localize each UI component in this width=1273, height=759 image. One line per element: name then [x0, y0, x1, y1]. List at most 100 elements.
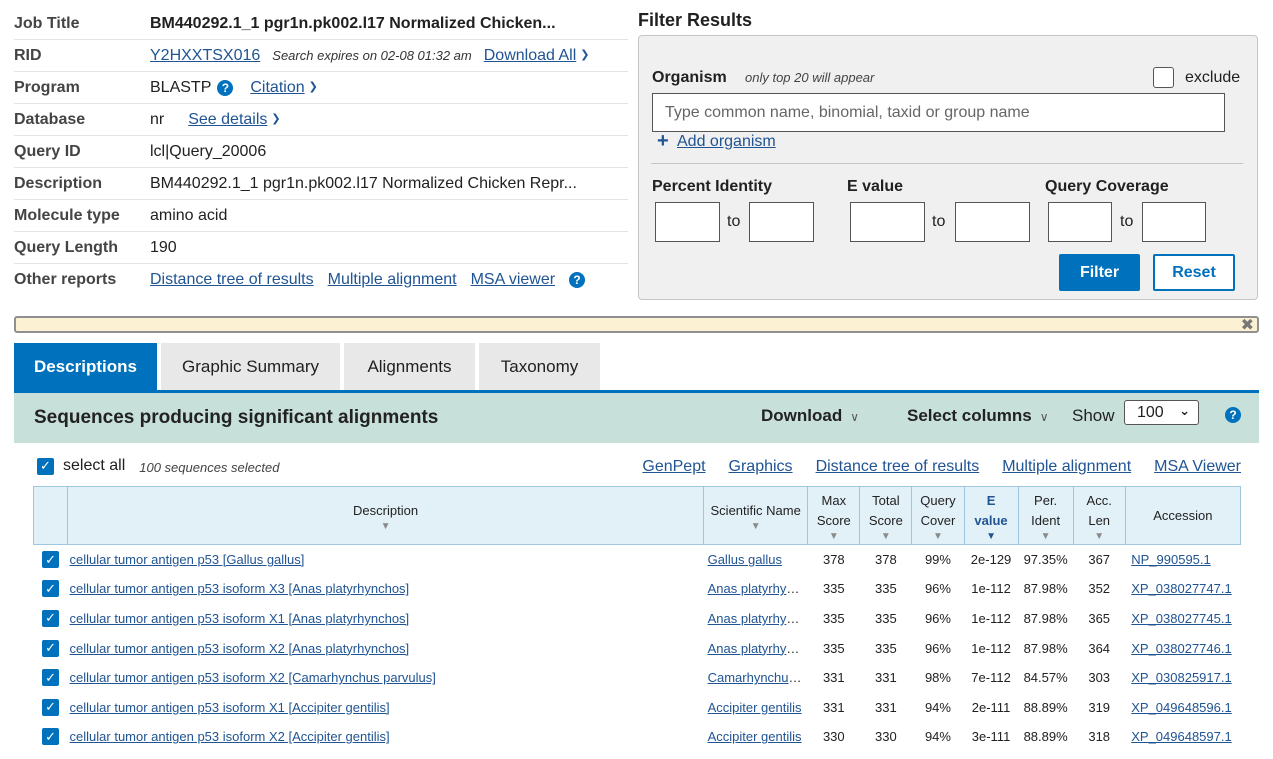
- tab-descriptions[interactable]: Descriptions: [14, 343, 157, 390]
- description-link[interactable]: cellular tumor antigen p53 isoform X2 [C…: [70, 670, 436, 685]
- exclude-checkbox[interactable]: [1153, 67, 1174, 88]
- total-score-column-header[interactable]: Total Score ▼: [859, 486, 913, 545]
- scientific-name-column-header[interactable]: Scientific Name ▼: [703, 486, 809, 545]
- filter-button[interactable]: Filter: [1059, 254, 1140, 291]
- chevron-down-icon[interactable]: ❯: [580, 48, 589, 61]
- distance-tree-link[interactable]: Distance tree of results: [816, 458, 980, 476]
- download-all-link[interactable]: Download All: [484, 47, 577, 65]
- row-checkbox[interactable]: ✓: [42, 551, 60, 569]
- row-checkbox[interactable]: ✓: [42, 580, 60, 598]
- question-circle-icon[interactable]: ?: [569, 272, 586, 288]
- acc-len-cell: 318: [1088, 729, 1111, 745]
- accession-link[interactable]: XP_049648597.1: [1131, 729, 1231, 744]
- organism-input[interactable]: Type common name, binomial, taxid or gro…: [652, 93, 1225, 132]
- scientific-name-link[interactable]: Camarhynchus...: [708, 670, 806, 685]
- evalue-min-input[interactable]: [850, 202, 925, 242]
- row-checkbox[interactable]: ✓: [42, 698, 60, 716]
- description-link[interactable]: cellular tumor antigen p53 isoform X2 [A…: [70, 641, 410, 656]
- tab-graphic-summary[interactable]: Graphic Summary: [161, 343, 340, 390]
- see-details-link[interactable]: See details: [188, 111, 267, 129]
- graphics-link[interactable]: Graphics: [729, 458, 793, 476]
- description-column-header[interactable]: Description ▼: [67, 486, 705, 545]
- organism-label: Organism: [652, 69, 727, 86]
- scientific-name-cell: Gallus gallus: [704, 545, 808, 575]
- description-link[interactable]: cellular tumor antigen p53 isoform X2 [A…: [70, 729, 390, 744]
- acc-len-cell: 352: [1088, 581, 1111, 597]
- filter-results-title: Filter Results: [638, 10, 753, 30]
- scientific-name-link[interactable]: Accipiter gentilis: [708, 729, 802, 744]
- query-coverage-max-input[interactable]: [1142, 202, 1206, 242]
- tab-alignments[interactable]: Alignments: [344, 343, 475, 390]
- evalue-max-input[interactable]: [955, 202, 1030, 242]
- description-link[interactable]: cellular tumor antigen p53 isoform X1 [A…: [70, 611, 410, 626]
- distance-tree-link[interactable]: Distance tree of results: [150, 271, 314, 289]
- row-checkbox[interactable]: ✓: [42, 639, 60, 657]
- row-checkbox[interactable]: ✓: [42, 728, 60, 746]
- per-ident-column-header[interactable]: Per. Ident ▼: [1017, 486, 1074, 545]
- download-label: Download: [761, 406, 843, 425]
- sort-caret-icon: ▼: [880, 530, 891, 542]
- filter-panel: Organism only top 20 will appear exclude…: [638, 35, 1258, 300]
- download-menu[interactable]: Download ∨: [761, 406, 859, 426]
- show-count-select[interactable]: 100 ⌄: [1124, 400, 1199, 425]
- row-checkbox-cell: ✓: [34, 574, 68, 604]
- acc-len-column-header[interactable]: Acc. Len ▼: [1072, 486, 1126, 545]
- genpept-link[interactable]: GenPept: [642, 458, 705, 476]
- description-row: Description BM440292.1_1 pgr1n.pk002.l17…: [14, 168, 628, 200]
- question-circle-icon[interactable]: ?: [217, 79, 234, 96]
- accession-link[interactable]: XP_038027747.1: [1131, 581, 1231, 596]
- percent-identity-min-input[interactable]: [655, 202, 720, 242]
- checkbox-column-header: [32, 486, 69, 545]
- accession-link[interactable]: XP_038027745.1: [1131, 611, 1231, 626]
- query-coverage-to-label: to: [1120, 213, 1134, 230]
- description-link[interactable]: cellular tumor antigen p53 isoform X1 [A…: [70, 700, 390, 715]
- select-columns-label: Select columns: [907, 406, 1032, 425]
- table-row: ✓ cellular tumor antigen p53 isoform X3 […: [34, 574, 1241, 604]
- multiple-alignment-link[interactable]: Multiple alignment: [328, 271, 457, 289]
- e-value-column-header[interactable]: Evalue ▼: [963, 486, 1019, 545]
- scientific-name-link[interactable]: Anas platyrhyn...: [708, 581, 805, 596]
- max-score-cell: 331: [822, 699, 845, 715]
- add-organism-link[interactable]: Add organism: [677, 133, 776, 151]
- query-cover-cell: 94%: [924, 729, 951, 745]
- select-columns-menu[interactable]: Select columns ∨: [907, 406, 1049, 426]
- scientific-name-link[interactable]: Anas platyrhyn...: [708, 611, 805, 626]
- select-all-checkbox[interactable]: ✓: [37, 457, 54, 475]
- max-score-cell: 378: [822, 552, 845, 568]
- accession-link[interactable]: NP_990595.1: [1131, 552, 1211, 567]
- accession-link[interactable]: XP_038027746.1: [1131, 641, 1231, 656]
- query-coverage-min-input[interactable]: [1048, 202, 1112, 242]
- table-row: ✓ cellular tumor antigen p53 isoform X2 […: [34, 633, 1241, 663]
- accession-link[interactable]: XP_030825917.1: [1131, 670, 1231, 685]
- query-cover-column-header[interactable]: Query Cover ▼: [911, 486, 965, 545]
- max-score-column-header[interactable]: Max Score ▼: [807, 486, 861, 545]
- e-value-cell: 2e-111: [971, 699, 1011, 715]
- plus-icon[interactable]: +: [657, 130, 669, 153]
- sort-caret-icon: ▼: [1040, 530, 1051, 542]
- scientific-name-link[interactable]: Gallus gallus: [708, 552, 782, 567]
- row-checkbox[interactable]: ✓: [42, 609, 60, 627]
- msa-viewer-link[interactable]: MSA Viewer: [1154, 458, 1241, 476]
- tab-taxonomy[interactable]: Taxonomy: [479, 343, 600, 390]
- rid-label: RID: [14, 46, 42, 64]
- description-link[interactable]: cellular tumor antigen p53 [Gallus gallu…: [70, 552, 305, 567]
- close-icon[interactable]: ✖: [1241, 315, 1254, 335]
- rid-link[interactable]: Y2HXXTSX016: [150, 47, 260, 65]
- accession-column-header[interactable]: Accession: [1124, 486, 1242, 545]
- percent-identity-max-input[interactable]: [749, 202, 814, 242]
- reset-button[interactable]: Reset: [1153, 254, 1235, 291]
- percent-identity-label: Percent Identity: [652, 178, 773, 195]
- accession-link[interactable]: XP_049648596.1: [1131, 700, 1231, 715]
- chevron-down-icon[interactable]: ❯: [309, 80, 318, 93]
- scientific-name-link[interactable]: Accipiter gentilis: [708, 700, 802, 715]
- max-score-cell: 335: [822, 610, 845, 626]
- citation-link[interactable]: Citation: [250, 79, 304, 97]
- question-circle-icon[interactable]: ?: [1225, 407, 1241, 423]
- row-checkbox[interactable]: ✓: [42, 669, 60, 687]
- total-score-cell: 335: [875, 581, 897, 597]
- description-link[interactable]: cellular tumor antigen p53 isoform X3 [A…: [70, 581, 410, 596]
- multiple-alignment-link[interactable]: Multiple alignment: [1002, 458, 1131, 476]
- scientific-name-link[interactable]: Anas platyrhyn...: [708, 641, 805, 656]
- msa-viewer-link[interactable]: MSA viewer: [471, 271, 555, 289]
- chevron-down-icon[interactable]: ❯: [271, 112, 280, 125]
